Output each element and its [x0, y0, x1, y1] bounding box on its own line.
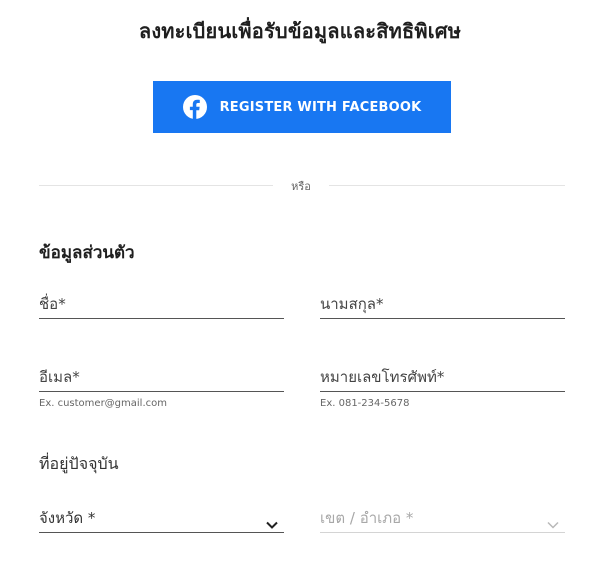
- phone-hint: Ex. 081-234-5678: [320, 398, 410, 409]
- phone-field: Ex. 081-234-5678: [320, 362, 565, 409]
- register-with-facebook-button[interactable]: REGISTER WITH FACEBOOK: [153, 81, 451, 133]
- divider-line-right: [329, 185, 565, 186]
- first-name-field: [39, 289, 284, 319]
- personal-info-heading: ข้อมูลส่วนตัว: [39, 243, 135, 263]
- district-select-label: เขต / อำเภอ *: [320, 508, 414, 527]
- page-title: ลงทะเบียนเพื่อรับข้อมูลและสิทธิพิเศษ: [138, 19, 462, 43]
- facebook-button-label: REGISTER WITH FACEBOOK: [219, 99, 422, 115]
- province-select[interactable]: จังหวัด *: [39, 503, 284, 533]
- email-input[interactable]: [39, 362, 284, 392]
- divider-line-left: [39, 185, 273, 186]
- email-field: Ex. customer@gmail.com: [39, 362, 284, 409]
- address-heading: ที่อยู่ปัจจุบัน: [39, 454, 119, 473]
- chevron-down-icon: [547, 514, 559, 529]
- chevron-down-icon: [266, 514, 278, 529]
- facebook-icon: [182, 95, 207, 119]
- district-select[interactable]: เขต / อำเภอ *: [320, 503, 565, 533]
- first-name-input[interactable]: [39, 289, 284, 319]
- last-name-field: [320, 289, 565, 319]
- phone-input[interactable]: [320, 362, 565, 392]
- divider-text: หรือ: [291, 180, 311, 193]
- province-select-label: จังหวัด *: [39, 508, 96, 527]
- email-hint: Ex. customer@gmail.com: [39, 398, 167, 409]
- last-name-input[interactable]: [320, 289, 565, 319]
